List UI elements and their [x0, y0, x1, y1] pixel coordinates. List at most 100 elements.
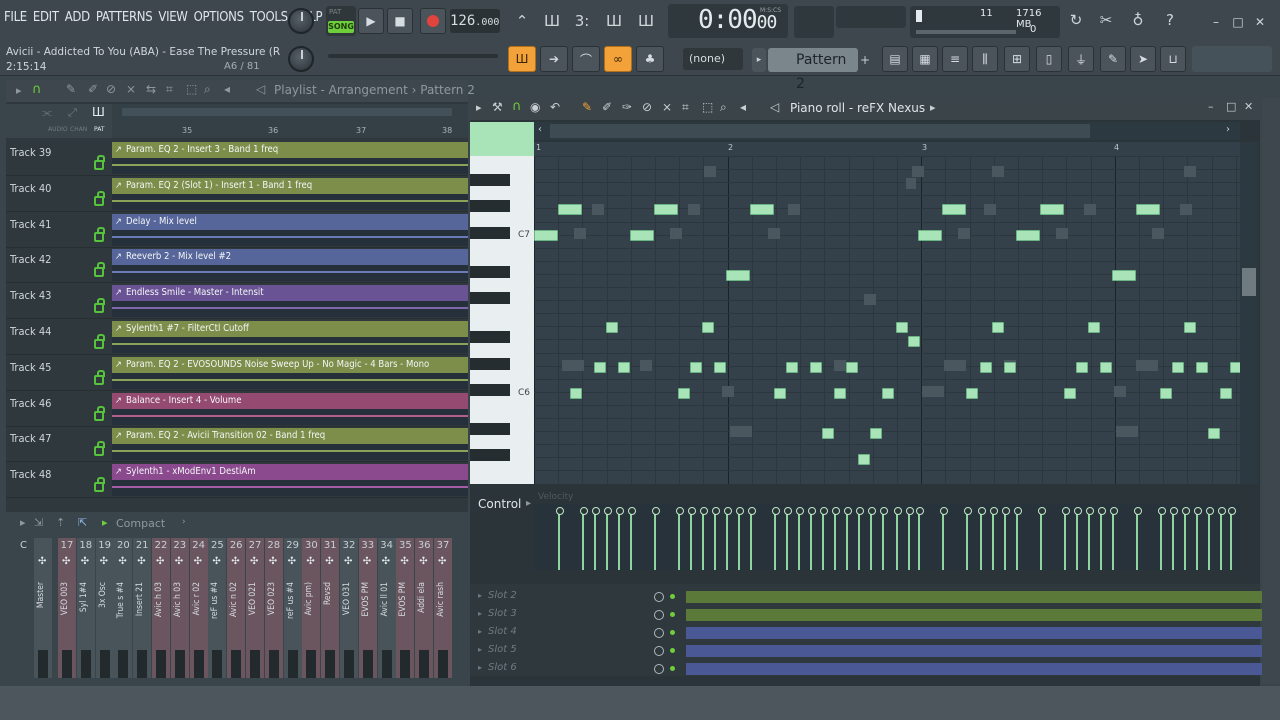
mixer-fader[interactable] — [99, 650, 110, 678]
wrench-icon[interactable]: ⚒ — [492, 100, 503, 114]
route-icon[interactable]: ✣ — [81, 556, 89, 567]
plugin-button[interactable]: ⏚ — [1068, 46, 1094, 72]
velocity-bar[interactable] — [1170, 507, 1178, 570]
black-key[interactable] — [470, 449, 510, 462]
channel-rack-button[interactable]: ≡ — [942, 46, 968, 72]
pattern-prev-arrow[interactable]: ▸ — [752, 48, 766, 72]
lock-icon[interactable] — [94, 298, 105, 314]
song-position-slider[interactable] — [328, 54, 498, 58]
route-icon[interactable]: ✣ — [175, 556, 183, 567]
scissors-icon[interactable]: ✂ — [1092, 8, 1120, 32]
black-key[interactable] — [470, 226, 510, 239]
note[interactable] — [1016, 230, 1040, 241]
pattern-clip-icon[interactable]: Ш — [92, 105, 105, 119]
velocity-bar[interactable] — [940, 507, 948, 570]
velocity-bar[interactable] — [1002, 507, 1010, 570]
mixer-channel[interactable]: 18 ✣ Syl 1#4 — [76, 538, 95, 678]
playlist-menu-arrow[interactable]: ▸ — [16, 84, 22, 97]
mixer-channel[interactable]: 34 ✣ Avic ll 01 — [377, 538, 396, 678]
clip-lane[interactable] — [112, 337, 468, 353]
slot-knob-icon[interactable] — [654, 628, 664, 638]
mixer-fader[interactable] — [38, 650, 48, 678]
note[interactable] — [1208, 428, 1220, 439]
velocity-bar[interactable] — [1134, 507, 1142, 570]
note[interactable] — [1040, 204, 1064, 215]
slide-button[interactable]: ⌒ — [572, 46, 600, 72]
slot-knob-icon[interactable] — [654, 592, 664, 602]
velocity-bar[interactable] — [616, 507, 624, 570]
note[interactable] — [846, 362, 858, 373]
lock-icon[interactable] — [94, 334, 105, 349]
velocity-bar[interactable] — [990, 507, 998, 570]
note[interactable] — [1004, 362, 1016, 373]
note[interactable] — [1230, 362, 1240, 373]
note[interactable] — [750, 204, 774, 215]
pattern-selector[interactable]: Pattern 2 — [768, 48, 858, 92]
velocity-bar[interactable] — [1086, 507, 1094, 570]
mixer-channel[interactable]: 23 ✣ Avic h 03 — [170, 538, 189, 678]
velocity-bar[interactable] — [856, 507, 864, 570]
master-pitch-knob[interactable] — [288, 46, 314, 72]
playlist-titlebar[interactable]: ▸ ∩ ✎ ✐ ⊘ ⨯ ⇆ ⌗ ⬚ ⌕ ◂ ◁ Playlist - Arran… — [6, 80, 475, 102]
mixer-channel[interactable]: 35 ✣ EVOS PM — [396, 538, 415, 678]
pat-song-toggle[interactable]: PAT SONG — [326, 6, 356, 36]
slot-active-led[interactable] — [670, 612, 675, 617]
route-icon[interactable]: ✣ — [156, 556, 164, 567]
maximize-icon[interactable]: □ — [1228, 10, 1248, 34]
mixer-fader[interactable] — [156, 650, 166, 678]
mixer-fader[interactable] — [419, 650, 430, 678]
velocity-bar[interactable] — [964, 507, 972, 570]
minimize-icon[interactable]: – — [1208, 100, 1214, 113]
velocity-bar[interactable] — [906, 507, 914, 570]
scroll-left-icon[interactable]: ‹ — [538, 124, 542, 135]
mixer-channel[interactable]: 33 ✣ EVOS PM — [358, 538, 377, 678]
note[interactable] — [810, 362, 822, 373]
mixer-fader[interactable] — [250, 650, 260, 678]
speaker-icon[interactable]: ◁ — [770, 100, 779, 114]
route-icon[interactable]: ✣ — [382, 556, 390, 567]
mixer-fader[interactable] — [62, 650, 72, 678]
mixer-fader[interactable] — [174, 650, 185, 678]
link-button[interactable]: ∞ — [604, 46, 632, 72]
note[interactable] — [690, 362, 702, 373]
export-button[interactable]: ➤ — [1130, 46, 1156, 72]
velocity-bar[interactable] — [832, 507, 840, 570]
velocity-bar[interactable] — [604, 507, 612, 570]
mixer-fader[interactable] — [381, 650, 392, 678]
black-key[interactable] — [470, 200, 510, 213]
vertical-scrollbar[interactable] — [1240, 142, 1258, 484]
stamp-button[interactable]: ♣ — [636, 46, 664, 72]
slip-icon[interactable]: ⇆ — [146, 82, 156, 96]
velocity-bar[interactable] — [844, 507, 852, 570]
velocity-bar[interactable] — [688, 507, 696, 570]
note[interactable] — [630, 230, 654, 241]
mixer-channel[interactable]: 24 ✣ Avic r 02 — [189, 538, 208, 678]
velocity-bar[interactable] — [736, 507, 744, 570]
zoom-icon[interactable]: ⌕ — [204, 82, 211, 97]
note[interactable] — [570, 388, 582, 399]
mixer-fader[interactable] — [80, 650, 91, 678]
mixer-fader[interactable] — [287, 650, 298, 678]
lock-icon[interactable] — [94, 477, 105, 493]
route-icon[interactable]: ✣ — [269, 556, 277, 567]
velocity-bar[interactable] — [1074, 507, 1082, 570]
note[interactable] — [822, 428, 834, 439]
mixer-fader[interactable] — [118, 650, 129, 678]
velocity-bar[interactable] — [556, 507, 564, 570]
velocity-bar[interactable] — [820, 507, 828, 570]
loop-record-icon[interactable]: Ш — [632, 9, 660, 33]
note[interactable] — [882, 388, 894, 399]
clip-lane[interactable] — [112, 480, 468, 497]
metronome-icon[interactable]: ⌃ — [508, 9, 536, 33]
velocity-bar[interactable] — [700, 507, 708, 570]
clip-lane[interactable] — [112, 301, 468, 318]
velocity-bar[interactable] — [808, 507, 816, 570]
clip-lane[interactable] — [112, 408, 468, 425]
track-name[interactable]: Track 42 — [10, 253, 51, 266]
plugin-slot[interactable]: ▸ Slot 4 — [470, 624, 1270, 642]
mixer-fader[interactable] — [362, 650, 373, 678]
note[interactable] — [1196, 362, 1208, 373]
track-name[interactable]: Track 43 — [10, 289, 51, 302]
slot-knob-icon[interactable] — [654, 664, 664, 674]
automation-clip[interactable]: Reeverb 2 - Mix level #2 — [112, 249, 468, 266]
